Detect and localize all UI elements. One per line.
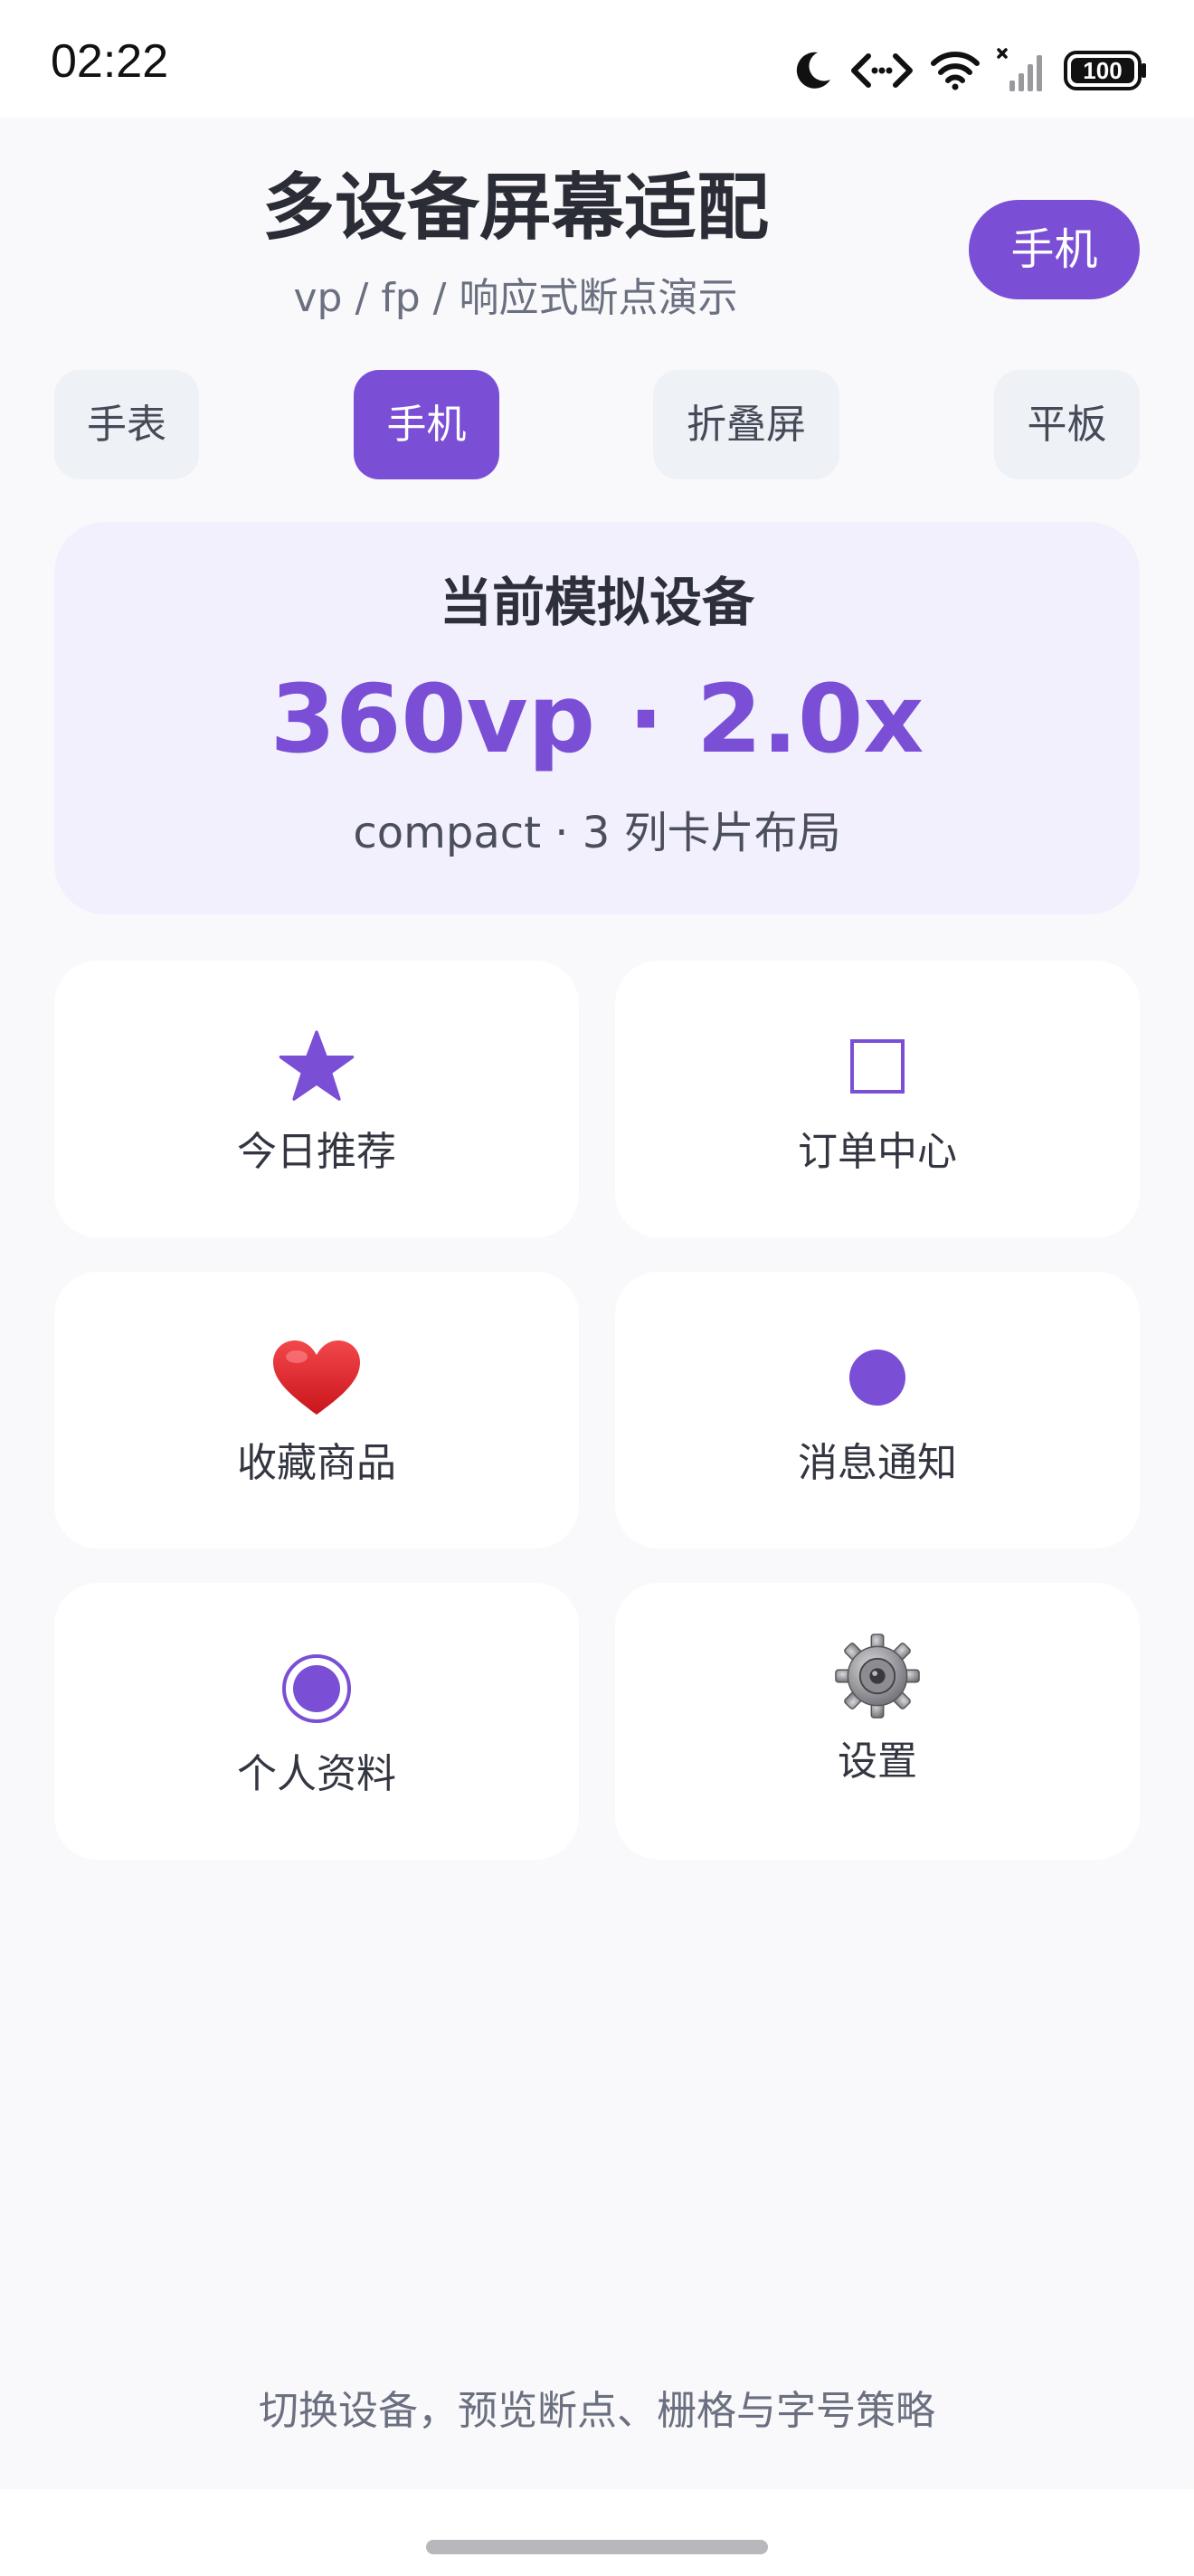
tab-tablet[interactable]: 平板 <box>994 370 1140 479</box>
star-icon <box>54 1026 579 1107</box>
heart-icon <box>54 1337 579 1418</box>
page-title: 多设备屏幕适配 <box>262 166 769 250</box>
tile-favorites[interactable]: 收藏商品 <box>54 1272 579 1548</box>
home-indicator[interactable] <box>426 2540 768 2554</box>
tile-label: 个人资料 <box>237 1751 396 1797</box>
gear-icon <box>615 1634 1140 1719</box>
tile-label: 设置 <box>838 1738 917 1785</box>
tab-phone[interactable]: 手机 <box>354 370 499 479</box>
status-icons: 100 <box>791 43 1147 98</box>
tile-order-center[interactable]: 订单中心 <box>615 961 1140 1237</box>
footer-hint: 切换设备，预览断点、栅格与字号策略 <box>259 2388 935 2434</box>
tile-label: 收藏商品 <box>237 1440 396 1486</box>
status-time: 02:22 <box>51 35 169 88</box>
tile-settings[interactable]: 设置 <box>615 1583 1140 1860</box>
info-value: 360vp · 2.0x <box>270 664 924 774</box>
moon-icon <box>791 49 834 92</box>
battery-icon: 100 <box>1064 50 1147 91</box>
radio-icon <box>54 1648 579 1729</box>
bottom-bar <box>0 2489 1194 2576</box>
tile-label: 消息通知 <box>798 1440 957 1486</box>
tile-today-recommend[interactable]: 今日推荐 <box>54 961 579 1237</box>
tile-profile[interactable]: 个人资料 <box>54 1583 579 1860</box>
square-icon <box>615 1026 1140 1107</box>
tab-watch[interactable]: 手表 <box>54 370 199 479</box>
signal-icon <box>997 48 1047 93</box>
tile-label: 今日推荐 <box>237 1129 396 1175</box>
wifi-icon <box>930 51 981 90</box>
info-heading: 当前模拟设备 <box>439 572 754 633</box>
tile-notifications[interactable]: 消息通知 <box>615 1272 1140 1548</box>
tile-label: 订单中心 <box>798 1129 957 1175</box>
page-subtitle: vp / fp / 响应式断点演示 <box>293 275 738 321</box>
device-info-card: 当前模拟设备 360vp · 2.0x compact · 3 列卡片布局 <box>54 522 1140 914</box>
info-layout: compact · 3 列卡片布局 <box>353 808 841 858</box>
tab-foldable[interactable]: 折叠屏 <box>653 370 839 479</box>
current-device-badge[interactable]: 手机 <box>969 200 1140 299</box>
code-icon <box>850 51 914 90</box>
battery-level: 100 <box>1083 57 1122 84</box>
dot-icon <box>615 1337 1140 1418</box>
status-bar: 02:22 100 <box>0 0 1194 118</box>
